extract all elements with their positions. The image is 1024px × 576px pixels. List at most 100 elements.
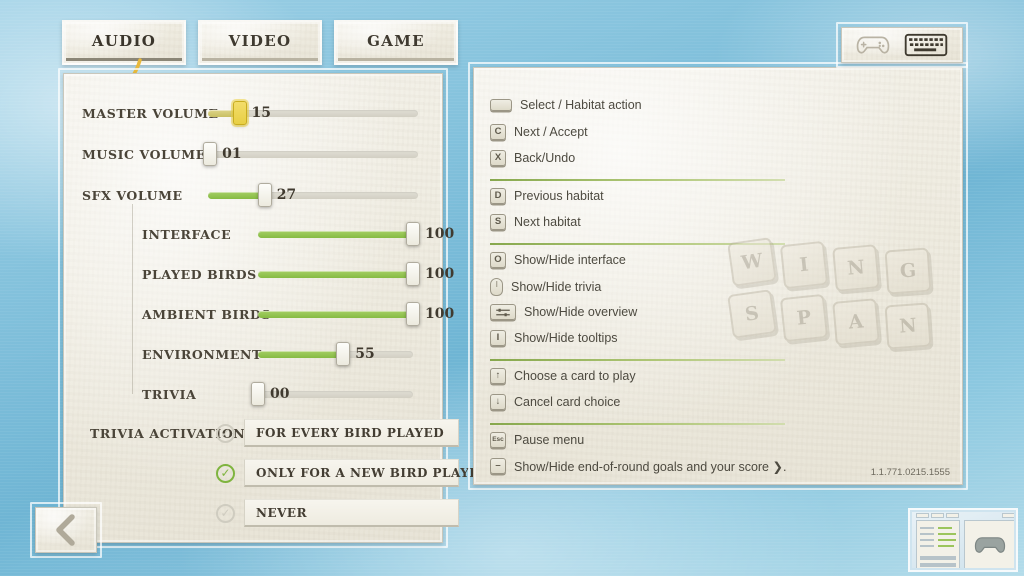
input-device-toggle[interactable] (836, 22, 968, 68)
keybinding-action-label: Choose a card to play (514, 369, 636, 383)
trivia-option[interactable]: ✓ Never (216, 499, 459, 527)
slider-row[interactable]: Trivia 00 (82, 381, 442, 407)
keybinding-row[interactable]: D Previous habitat (490, 188, 604, 204)
slider-row[interactable]: Interface 100 (82, 221, 454, 247)
slider-handle[interactable] (406, 262, 420, 286)
slider-row[interactable]: Master volume 15 (82, 100, 432, 126)
watermark-key-n: N (884, 302, 932, 350)
keyboard-icon[interactable] (904, 31, 948, 59)
keybinding-row[interactable]: Show/Hide trivia (490, 278, 601, 296)
tab-game[interactable]: Game (334, 20, 458, 65)
slider-handle[interactable] (406, 222, 420, 246)
tab-key-icon[interactable] (490, 304, 516, 320)
slider-value: 55 (355, 346, 375, 362)
watermark-key-i: I (779, 240, 829, 290)
slider-label: Ambient birds (142, 307, 272, 322)
keybinding-action-label: Show/Hide trivia (511, 280, 602, 294)
keybinding-row[interactable]: Select / Habitat action (490, 98, 642, 112)
slider-row[interactable]: Played birds 100 (82, 261, 454, 287)
settings-preview-thumbnail[interactable] (908, 508, 1018, 572)
back-button[interactable] (30, 502, 102, 558)
slider-row[interactable]: Ambient birds 100 (82, 301, 454, 327)
tab-label: Audio (66, 24, 182, 61)
tab-label: Game (338, 24, 454, 61)
esc-key-icon[interactable]: Esc (490, 432, 506, 448)
keybinding-row[interactable]: S Next habitat (490, 214, 581, 230)
audio-settings-panel: Master volume 15 Music volume 01 SFX volume 2… (58, 68, 489, 548)
mouse-icon[interactable] (490, 278, 503, 296)
slider-value: 27 (276, 187, 297, 203)
radio-unchecked-icon[interactable]: ✓ (216, 503, 235, 523)
slider-label: Environment (142, 347, 262, 362)
spacebar-key-icon[interactable] (490, 99, 512, 111)
keybinding-action-label: Cancel card choice (514, 395, 621, 409)
slider-fill (208, 192, 265, 199)
wingspan-watermark: WINGSPAN (727, 236, 950, 356)
tab-video[interactable]: Video (198, 20, 322, 65)
slider-row[interactable]: Music volume 01 (82, 141, 432, 167)
back-chevron-icon[interactable] (51, 513, 81, 547)
x-key-icon[interactable]: X (490, 150, 506, 166)
keybinding-action-label: Show/Hide overview (524, 305, 638, 319)
keybinding-action-label: Previous habitat (514, 189, 604, 203)
slider-value: 100 (425, 226, 455, 242)
slider-label: Interface (142, 227, 232, 242)
arrow-down-key-icon[interactable]: ↓ (490, 394, 506, 410)
keybinding-row[interactable]: Show/Hide overview (490, 304, 637, 320)
minus-key-icon[interactable]: – (490, 458, 506, 474)
keybinding-row[interactable]: I Show/Hide tooltips (490, 330, 618, 346)
watermark-key-w: W (727, 237, 777, 287)
slider-handle[interactable] (251, 382, 265, 406)
slider-row[interactable]: SFX volume 27 (82, 182, 432, 208)
radio-unchecked-icon[interactable]: ✓ (216, 423, 235, 443)
c-key-icon[interactable]: C (490, 124, 506, 140)
keybinding-action-label: Pause menu (514, 433, 585, 447)
version-label: 1.1.771.0215.1555 (870, 467, 950, 478)
slider-handle[interactable] (203, 142, 218, 166)
tab-audio[interactable]: Audio (62, 20, 186, 65)
slider-handle[interactable] (406, 302, 420, 326)
slider-value: 01 (222, 146, 242, 162)
o-key-icon[interactable]: O (490, 252, 506, 268)
arrow-up-key-icon[interactable]: ↑ (490, 368, 506, 384)
watermark-key-s: S (727, 289, 777, 339)
watermark-key-a: A (832, 298, 880, 346)
slider-value: 100 (425, 306, 455, 322)
trivia-option[interactable]: ✓ For every bird played (216, 419, 459, 447)
keybindings-panel: Select / Habitat action C Next / Accept X Ba… (468, 62, 968, 490)
slider-row[interactable]: Environment 55 (82, 341, 442, 367)
trivia-option-label: Only for a new bird played (244, 459, 489, 487)
keybinding-action-label: Next habitat (514, 215, 581, 229)
keybinding-action-label: Back/Undo (514, 151, 576, 165)
s-key-icon[interactable]: S (490, 214, 506, 230)
slider-handle[interactable] (257, 183, 272, 207)
keybinding-group-separator (490, 423, 785, 425)
slider-fill (258, 311, 413, 318)
radio-checked-icon[interactable]: ✓ (216, 463, 235, 483)
slider-handle[interactable] (232, 101, 247, 125)
keybinding-row[interactable]: O Show/Hide interface (490, 252, 626, 268)
keybinding-row[interactable]: ↓ Cancel card choice (490, 394, 620, 410)
slider-label: Master volume (82, 106, 219, 121)
d-key-icon[interactable]: D (490, 188, 506, 204)
i-key-icon[interactable]: I (490, 330, 506, 346)
keybinding-action-label: Next / Accept (514, 125, 588, 139)
slider-value: 00 (270, 386, 290, 402)
keybinding-action-label: Show/Hide interface (514, 253, 626, 267)
settings-tab-bar: Audio Video Game (62, 20, 458, 65)
keybinding-row[interactable]: C Next / Accept (490, 124, 588, 140)
slider-handle[interactable] (336, 342, 351, 366)
trivia-option-label: For every bird played (244, 419, 459, 447)
keybinding-row[interactable]: ↑ Choose a card to play (490, 368, 636, 384)
keybinding-row[interactable]: Esc Pause menu (490, 432, 584, 448)
trivia-option-label: Never (244, 499, 459, 527)
trivia-option[interactable]: ✓ Only for a new bird played (216, 459, 489, 487)
watermark-key-n: N (832, 244, 880, 292)
keybinding-row[interactable]: X Back/Undo (490, 150, 575, 166)
watermark-key-g: G (884, 247, 932, 295)
keybinding-action-label: Show/Hide tooltips (514, 331, 618, 345)
slider-value: 15 (251, 105, 271, 121)
keybinding-row[interactable]: – Show/Hide end-of-round goals and your s… (490, 458, 786, 474)
slider-label: SFX volume (82, 188, 183, 203)
gamepad-icon[interactable] (856, 33, 890, 57)
